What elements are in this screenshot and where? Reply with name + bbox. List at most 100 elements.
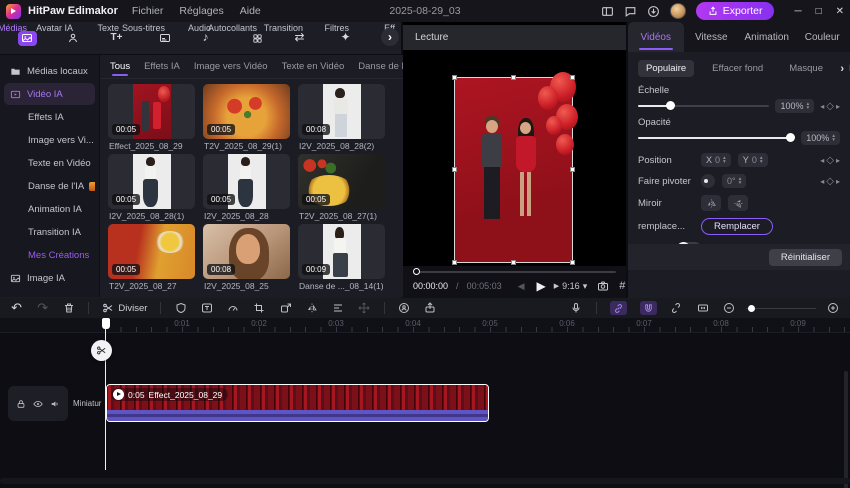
subtab-masque[interactable]: Masque [781, 60, 831, 77]
crop-icon[interactable] [253, 301, 266, 315]
link-clips-icon[interactable] [609, 301, 627, 315]
download-icon[interactable] [647, 5, 660, 18]
export-button[interactable]: Exporter [695, 2, 775, 20]
rotate-value-input[interactable]: 0° ▴ ▾ [722, 174, 747, 188]
timeline-horizontal-scrollbar[interactable] [0, 478, 850, 484]
ribbon-tab-transition[interactable]: ⇄ Transition [264, 23, 324, 47]
split-button[interactable]: Diviser [102, 302, 147, 314]
export-track-icon[interactable] [424, 301, 437, 315]
ribbon-tab-avatar-ia[interactable]: Avatar IA [36, 23, 94, 47]
opacity-value-input[interactable]: 100% ▴ ▾ [801, 131, 840, 145]
preview-progress-bar[interactable] [413, 268, 616, 276]
previous-frame-button[interactable]: ◀ [518, 281, 525, 292]
subtabs-more-chevron-icon[interactable]: › [840, 63, 844, 75]
resize-handle[interactable] [452, 167, 457, 172]
align-icon[interactable] [331, 301, 344, 315]
zoom-slider-knob[interactable] [748, 304, 756, 312]
media-item[interactable]: 00:05 T2V_2025_08_27(1) [298, 154, 385, 221]
unlink-clips-icon[interactable] [670, 301, 683, 315]
resize-handle[interactable] [570, 75, 575, 80]
spinner-icon[interactable]: ▴ ▾ [760, 155, 763, 165]
flip-vertical-button[interactable] [728, 195, 748, 211]
menu-settings[interactable]: Réglages [179, 5, 223, 17]
sidebar-item-medias-locaux[interactable]: Médias locaux [4, 60, 95, 82]
magnet-snap-icon[interactable] [639, 301, 657, 315]
spinner-icon[interactable]: ▴ ▾ [832, 133, 835, 143]
sidebar-item-effets-ia[interactable]: Effets IA [4, 106, 95, 128]
fit-timeline-icon[interactable] [696, 301, 709, 315]
avatar-record-icon[interactable] [398, 301, 411, 315]
lock-track-icon[interactable] [16, 399, 26, 409]
mute-track-icon[interactable] [50, 399, 60, 409]
playhead-cap[interactable] [101, 318, 110, 329]
grid-overlay-icon[interactable]: # [619, 280, 625, 292]
flip-horizontal-icon[interactable] [305, 301, 318, 315]
redo-icon[interactable]: ↷ [36, 300, 49, 315]
media-item[interactable]: 00:05 Effect_2025_08_29 [108, 84, 195, 151]
undo-icon[interactable]: ↶ [10, 300, 23, 315]
position-x-input[interactable]: X0 ▴ ▾ [701, 153, 731, 167]
resize-handle[interactable] [570, 260, 575, 265]
media-item[interactable]: 00:08 I2V_2025_08_28(2) [298, 84, 385, 151]
playhead-split-button[interactable] [91, 340, 112, 361]
zoom-out-icon[interactable] [722, 301, 736, 315]
library-tab-tous[interactable]: Tous [110, 57, 130, 76]
aspect-ratio-dropdown[interactable]: ▶ 9:16 ▾ [554, 281, 587, 292]
spinner-icon[interactable]: ▴ ▾ [739, 176, 742, 186]
window-minimize-button[interactable]: ─ [794, 6, 801, 17]
media-item[interactable]: 00:08 I2V_2025_08_25 [203, 224, 290, 291]
rotate-keyframe-controls[interactable]: ◂ ◇ ▸ [820, 176, 840, 187]
ribbon-expand-chevron-icon[interactable]: › [381, 28, 399, 46]
export-frame-icon[interactable] [279, 301, 292, 315]
tab-vitesse[interactable]: Vitesse [684, 22, 740, 52]
spinner-icon[interactable]: ▴ ▾ [807, 101, 810, 111]
timeline-vertical-scrollbar[interactable] [844, 371, 848, 488]
sidebar-item-texte-en-video[interactable]: Texte en Vidéo [4, 152, 95, 174]
subtab-populaire[interactable]: Populaire [638, 60, 695, 77]
media-item[interactable]: 00:05 T2V_2025_08_29(1) [203, 84, 290, 151]
zoom-in-icon[interactable] [826, 301, 840, 315]
position-keyframe-controls[interactable]: ◂ ◇ ▸ [820, 155, 840, 166]
sidebar-item-transition-ia[interactable]: Transition IA [4, 221, 95, 243]
preview-video-frame[interactable] [452, 72, 578, 265]
resize-handle[interactable] [570, 167, 575, 172]
scale-keyframe-controls[interactable]: ◂ ◇ ▸ [820, 101, 840, 112]
media-item[interactable]: 00:05 T2V_2025_08_27 [108, 224, 195, 291]
text-box-icon[interactable] [201, 301, 214, 315]
ribbon-tab-filtres[interactable]: ✦ Filtres [325, 23, 370, 47]
library-tab-effets-ia[interactable]: Effets IA [144, 57, 180, 76]
subtab-effacer-fond[interactable]: Effacer fond [704, 60, 771, 77]
microphone-icon[interactable] [570, 301, 583, 315]
sidebar-item-mes-creations[interactable]: Mes Créations [4, 244, 95, 266]
timeline-clip[interactable]: 0:05 Effect_2025_08_29 [106, 384, 489, 422]
tab-animation[interactable]: Animation [739, 22, 795, 52]
menu-file[interactable]: Fichier [132, 5, 164, 17]
sidebar-item-video-ia[interactable]: Vidéo IA [4, 83, 95, 105]
media-item[interactable]: 00:09 Danse de ..._08_14(1) [298, 224, 385, 291]
scale-value-input[interactable]: 100% ▴ ▾ [775, 99, 815, 113]
sidebar-item-animation-ia[interactable]: Animation IA [4, 198, 95, 220]
opacity-slider[interactable] [638, 133, 796, 143]
sidebar-item-danse-de-lia[interactable]: Danse de l'IA [4, 175, 95, 197]
scale-slider[interactable] [638, 101, 770, 111]
snapshot-camera-icon[interactable] [597, 280, 609, 292]
sidebar-item-image-vers-video[interactable]: Image vers Vi... [4, 129, 95, 151]
media-item[interactable]: 00:05 I2V_2025_08_28(1) [108, 154, 195, 221]
layout-panels-icon[interactable] [601, 5, 614, 18]
library-tab-texte-en-video[interactable]: Texte en Vidéo [282, 57, 345, 76]
rotate-knob[interactable] [701, 174, 715, 188]
ribbon-tab-sous-titres[interactable]: Sous-titres [122, 23, 186, 47]
tab-couleur[interactable]: Couleur [795, 22, 850, 52]
resize-handle[interactable] [511, 260, 516, 265]
window-maximize-button[interactable]: □ [816, 6, 822, 17]
media-item[interactable]: 00:05 I2V_2025_08_28 [203, 154, 290, 221]
window-close-button[interactable]: ✕ [836, 6, 844, 17]
sticker-badge-icon[interactable] [174, 301, 187, 315]
resize-handle[interactable] [511, 75, 516, 80]
timeline-zoom-slider[interactable] [746, 304, 817, 312]
position-y-input[interactable]: Y0 ▴ ▾ [737, 153, 768, 167]
user-avatar[interactable] [669, 3, 686, 19]
menu-help[interactable]: Aide [240, 5, 261, 17]
sidebar-item-image-ia[interactable]: Image IA [4, 267, 95, 289]
playhead[interactable] [91, 318, 112, 470]
